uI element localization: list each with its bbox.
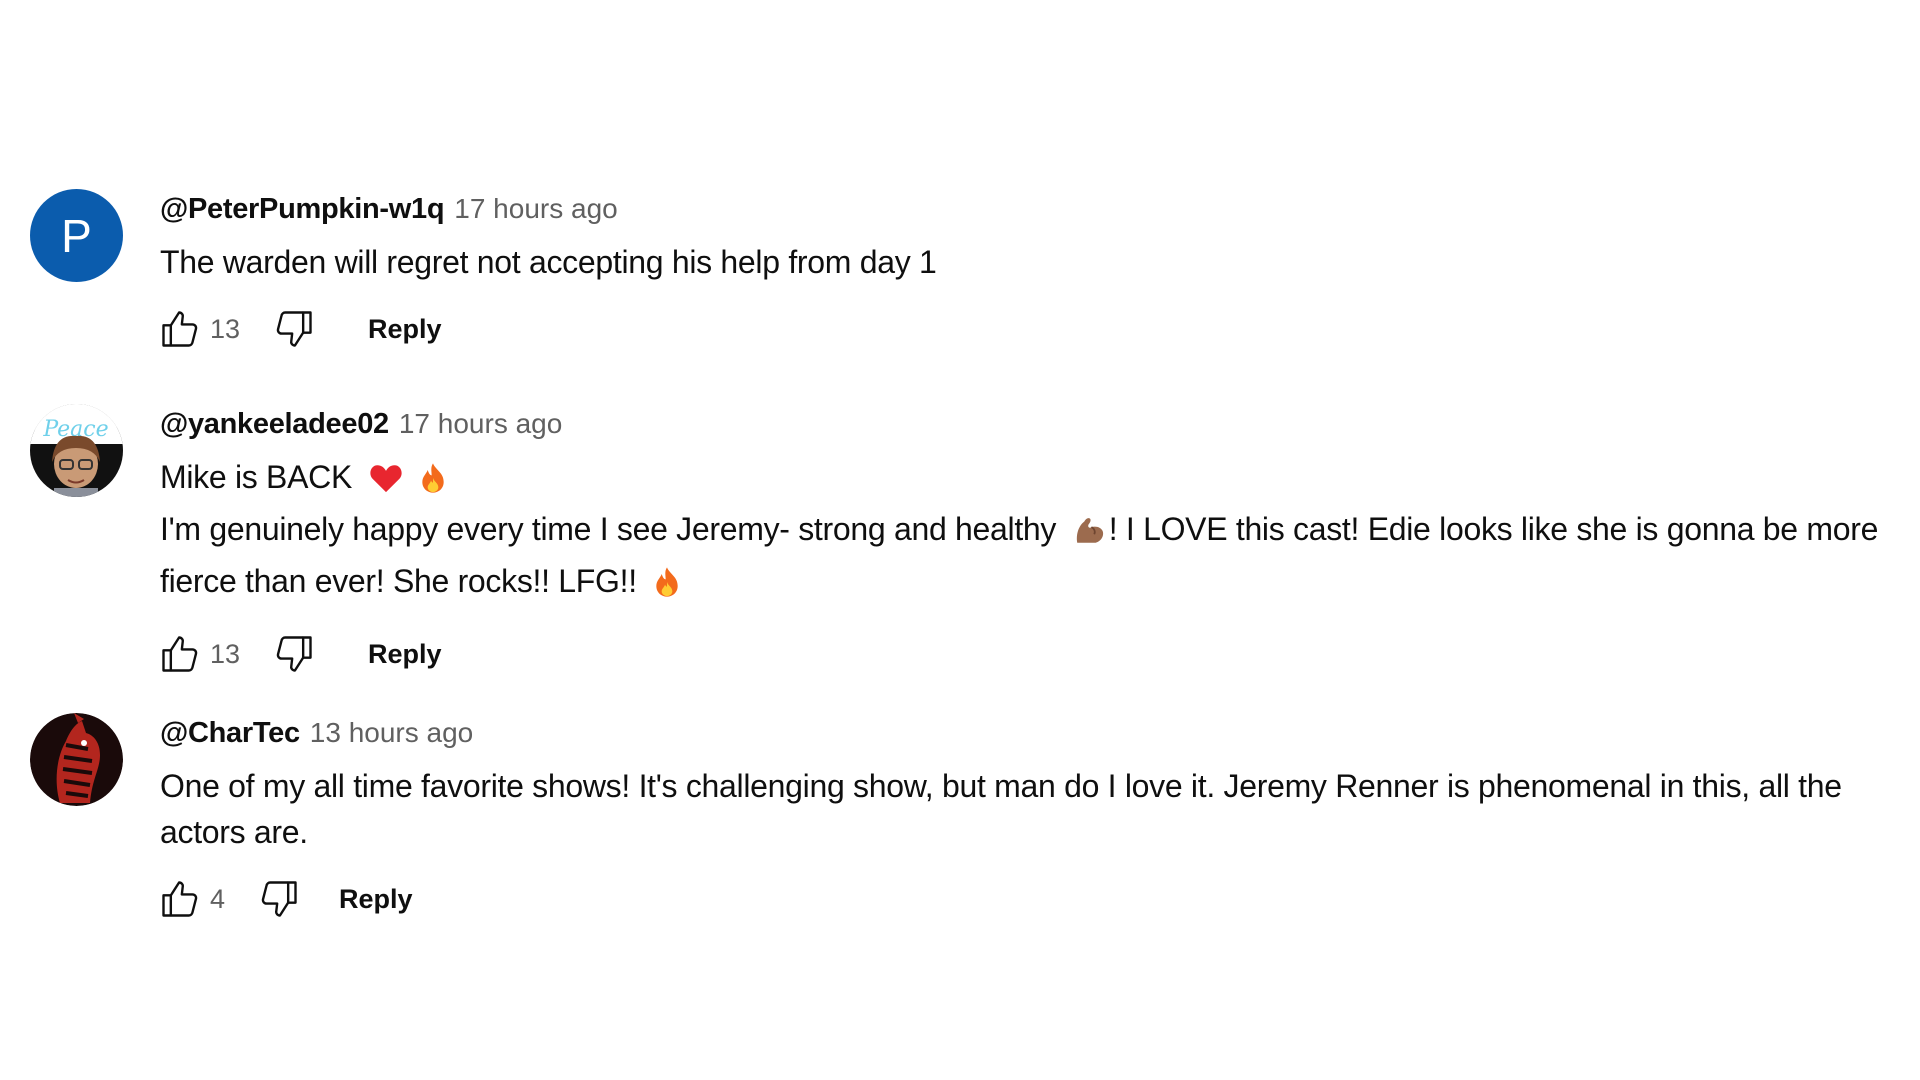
like-count: 4 <box>210 883 226 914</box>
like-count: 13 <box>210 313 241 344</box>
thumbs-down-icon <box>276 311 312 347</box>
dislike-button[interactable] <box>264 624 324 684</box>
comment-line: actors are. <box>160 814 308 850</box>
comment-body: @yankeeladee02 17 hours ago Mike is BACK… <box>160 404 1920 684</box>
comment-text: Mike is BACK I'm genuinely happy every t… <box>160 454 1920 610</box>
comment-line: Mike is BACK <box>160 454 1920 506</box>
comment-actions: 13 Reply <box>150 624 1920 684</box>
thumbs-up-icon <box>162 311 198 347</box>
zebra-avatar-image <box>30 713 123 806</box>
comment-line-text: fierce than ever! She rocks!! LFG!! <box>160 563 637 599</box>
thumbs-up-icon <box>162 636 198 672</box>
comment-text: One of my all time favorite shows! It's … <box>160 763 1920 855</box>
comment-actions: 13 Reply <box>150 299 1920 359</box>
comment-timestamp[interactable]: 17 hours ago <box>399 404 562 444</box>
thumbs-up-icon <box>162 881 198 917</box>
comments-section: P @PeterPumpkin-w1q 17 hours ago The war… <box>0 0 1920 1080</box>
author-name[interactable]: @yankeeladee02 <box>160 404 389 444</box>
like-count: 13 <box>210 638 241 669</box>
comment-header: @PeterPumpkin-w1q 17 hours ago <box>160 189 1920 229</box>
avatar[interactable] <box>30 713 123 806</box>
avatar[interactable]: P <box>30 189 123 282</box>
reply-button[interactable]: Reply <box>339 884 413 915</box>
comment-line: fierce than ever! She rocks!! LFG!! <box>160 558 1920 610</box>
like-button[interactable] <box>150 624 210 684</box>
dislike-button[interactable] <box>264 299 324 359</box>
comment-timestamp[interactable]: 13 hours ago <box>310 713 473 753</box>
comment-actions: 4 Reply <box>150 869 1920 929</box>
comment-line-text: Mike is BACK <box>160 459 352 495</box>
comment-header: @yankeeladee02 17 hours ago <box>160 404 1920 444</box>
comment-line: I'm genuinely happy every time I see Jer… <box>160 506 1920 558</box>
dislike-button[interactable] <box>249 869 309 929</box>
comment-body: @CharTec 13 hours ago One of my all time… <box>160 713 1920 929</box>
comment-header: @CharTec 13 hours ago <box>160 713 1920 753</box>
red-heart-emoji <box>369 460 403 506</box>
comment-line-text: ! I LOVE this cast! Edie looks like she … <box>1108 511 1879 547</box>
fire-emoji <box>653 564 681 610</box>
comment-line: The warden will regret not accepting his… <box>160 244 937 280</box>
like-button[interactable] <box>150 869 210 929</box>
fire-emoji <box>419 460 447 506</box>
comment-body: @PeterPumpkin-w1q 17 hours ago The warde… <box>160 189 1920 359</box>
thumbs-down-icon <box>261 881 297 917</box>
comment-line-text: I'm genuinely happy every time I see Jer… <box>160 511 1057 547</box>
comment-line: One of my all time favorite shows! It's … <box>160 768 1842 804</box>
like-button[interactable] <box>150 299 210 359</box>
reply-button[interactable]: Reply <box>368 314 442 345</box>
avatar[interactable]: Peace <box>30 404 123 497</box>
author-name[interactable]: @PeterPumpkin-w1q <box>160 189 445 229</box>
comment-text: The warden will regret not accepting his… <box>160 239 1920 285</box>
reply-button[interactable]: Reply <box>368 639 442 670</box>
author-name[interactable]: @CharTec <box>160 713 300 753</box>
flexed-biceps-emoji <box>1073 512 1107 558</box>
avatar-letter: P <box>61 209 92 262</box>
thumbs-down-icon <box>276 636 312 672</box>
bitmoji-avatar-image: Peace <box>30 404 123 497</box>
comment-timestamp[interactable]: 17 hours ago <box>454 189 617 229</box>
